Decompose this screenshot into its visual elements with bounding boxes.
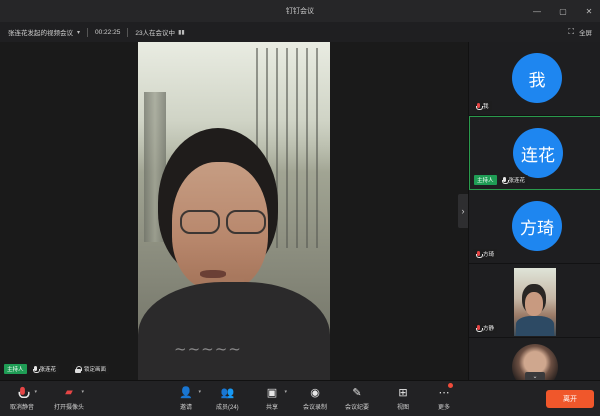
meeting-toolbar: ▾ 取消静音 ▰ ▾ 打开摄像头 👤 ▾ 邀请 👥 成员(24) ▣ ▾ 共享 ◉ …: [0, 380, 600, 416]
minutes-icon: ✎: [352, 386, 362, 399]
meeting-info-bar: 张连花发起的视频会议 ▾ 00:22:25 23人在会议中 ▮▮ ⛶ 全屏: [0, 22, 600, 42]
more-button[interactable]: ⋯ 更多: [436, 383, 453, 411]
lock-view-button[interactable]: 锁定画面: [72, 364, 110, 374]
minimize-icon[interactable]: —: [532, 7, 542, 16]
close-icon[interactable]: ✕: [584, 7, 594, 16]
camera-off-icon: ▰ ▾: [65, 386, 84, 398]
chevron-down-icon: ▾: [198, 389, 201, 395]
participant-name: 张连花: [508, 178, 526, 184]
maximize-icon[interactable]: ▢: [558, 7, 568, 16]
minutes-label: 会议纪要: [345, 405, 370, 411]
participant-sidebar: 我 我 连花 主持人 张连花 方琦 方琦 方静 ⌄: [468, 42, 600, 380]
window-controls: — ▢ ✕: [532, 0, 594, 22]
chevron-down-icon: ⌄: [532, 373, 538, 380]
host-tag: 主持人: [4, 364, 27, 374]
microphone-icon: [32, 365, 40, 373]
participant-tile-active[interactable]: 连花 主持人 张连花: [469, 116, 600, 190]
participant-tile[interactable]: 方琦 方琦: [469, 190, 600, 264]
chevron-down-icon: ▾: [34, 389, 37, 395]
invite-label: 邀请: [179, 405, 192, 411]
signal-icon: ▮▮: [178, 29, 185, 36]
members-button[interactable]: 👥 成员(24): [216, 384, 239, 412]
meeting-title: 张连花发起的视频会议: [8, 30, 73, 37]
avatar: 我: [512, 53, 562, 103]
speaker-label: 主持人 张连花: [4, 364, 60, 374]
microphone-muted-icon: ▾: [14, 384, 37, 400]
meeting-title-dropdown[interactable]: 张连花发起的视频会议 ▾: [8, 27, 81, 38]
glasses: [176, 210, 270, 236]
lock-icon: [75, 365, 82, 373]
add-user-icon: 👤 ▾: [179, 386, 201, 399]
host-tag: 主持人: [474, 175, 497, 185]
more-icon: ⋯: [436, 383, 453, 400]
leave-button[interactable]: 离开: [546, 390, 594, 408]
participant-name-tag: 我: [473, 101, 492, 111]
record-button[interactable]: ◉ 会议录制: [303, 384, 328, 412]
chevron-right-icon: ›: [461, 206, 465, 216]
notification-dot: [448, 383, 453, 388]
view-label: 视图: [396, 405, 409, 411]
speaker-video[interactable]: ~~~~~: [138, 42, 330, 380]
share-label: 共享: [265, 405, 278, 411]
divider: [87, 27, 89, 37]
participant-name: 方琦: [483, 252, 495, 258]
invite-button[interactable]: 👤 ▾ 邀请: [178, 384, 201, 412]
fullscreen-label: 全屏: [579, 30, 592, 37]
scroll-down-button[interactable]: ⌄: [525, 372, 545, 380]
participant-video: [514, 268, 556, 336]
participant-name-tag: 方琦: [473, 249, 498, 259]
speaker-name-tag: 张连花: [29, 364, 60, 374]
avatar: 方琦: [512, 201, 562, 251]
grid-view-icon: ⊞: [398, 386, 408, 399]
chevron-down-icon: ▾: [284, 389, 287, 395]
camera-button[interactable]: ▰ ▾ 打开摄像头: [54, 384, 85, 412]
avatar: 连花: [513, 128, 563, 178]
participant-name-tag: 方静: [473, 323, 498, 333]
lock-view-label: 锁定画面: [84, 367, 107, 373]
elapsed-time: 00:22:25: [95, 28, 121, 36]
participant-tile[interactable]: 方静: [469, 264, 600, 338]
speaker-name: 张连花: [39, 367, 57, 373]
window-title: 钉钉会议: [286, 8, 314, 15]
unmute-button[interactable]: ▾ 取消静音: [10, 384, 37, 411]
window-titlebar: 钉钉会议 — ▢ ✕: [0, 0, 600, 22]
main-video-stage: ~~~~~ 主持人 张连花 锁定画面 ›: [0, 42, 468, 380]
participant-name: 方静: [483, 326, 495, 332]
microphone-muted-icon: [476, 102, 483, 110]
more-label: 更多: [437, 405, 450, 411]
camera-label: 打开摄像头: [54, 405, 85, 411]
participant-name: 我: [483, 104, 489, 110]
minutes-button[interactable]: ✎ 会议纪要: [345, 384, 370, 412]
chevron-down-icon: ▾: [81, 389, 84, 395]
divider: [127, 27, 129, 37]
share-screen-icon: ▣ ▾: [266, 386, 287, 399]
fullscreen-button[interactable]: ⛶ 全屏: [568, 22, 592, 42]
participant-name-tag: 张连花: [498, 175, 529, 185]
share-button[interactable]: ▣ ▾ 共享: [264, 384, 287, 412]
chevron-down-icon: ▾: [77, 29, 81, 36]
record-label: 会议录制: [303, 405, 328, 411]
view-button[interactable]: ⊞ 视图: [395, 384, 411, 412]
members-icon: 👥: [220, 386, 235, 399]
microphone-icon: [501, 176, 509, 184]
unmute-label: 取消静音: [10, 405, 35, 411]
microphone-muted-icon: [476, 324, 483, 332]
microphone-muted-icon: [476, 250, 483, 258]
record-icon: ◉: [310, 386, 320, 399]
participant-tile[interactable]: 我 我: [469, 42, 600, 116]
attendance-count[interactable]: 23人在会议中: [135, 27, 175, 37]
collapse-sidebar-button[interactable]: ›: [458, 194, 468, 228]
members-label: 成员(24): [216, 405, 239, 411]
fullscreen-icon: ⛶: [568, 27, 574, 36]
